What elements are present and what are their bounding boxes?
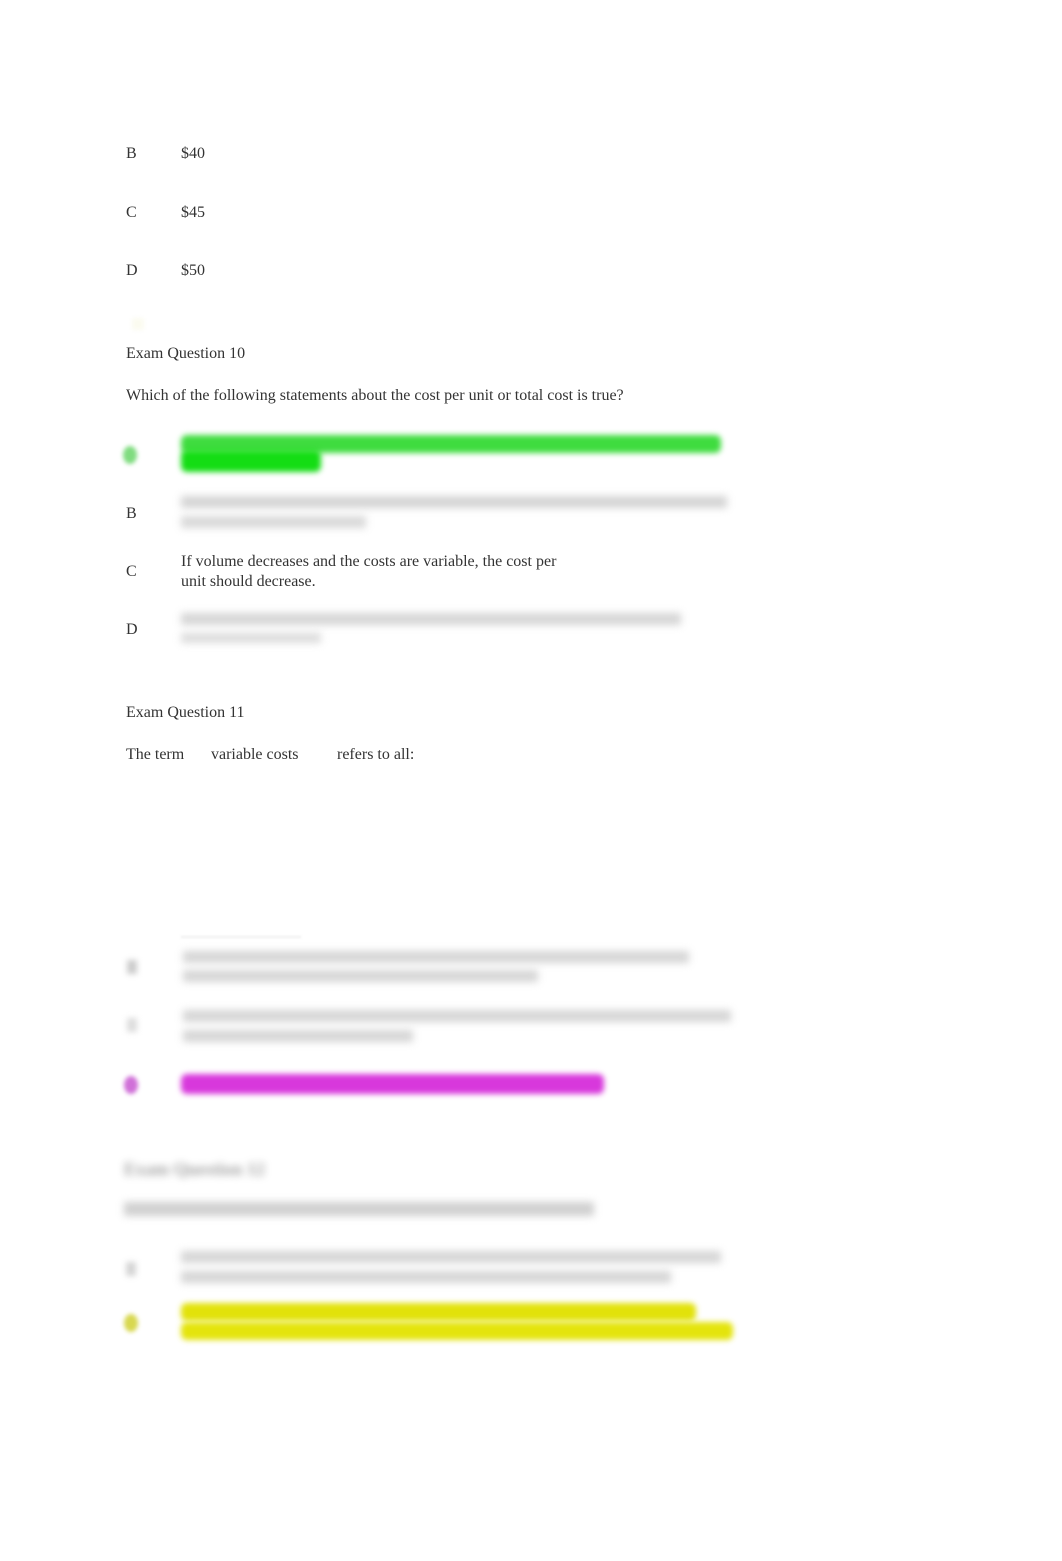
question-prompt-part1: The term: [126, 746, 185, 763]
option-d-marker-icon: [124, 1076, 138, 1094]
option-text-c: $45: [181, 204, 205, 221]
option-b-marker-icon: [124, 1314, 138, 1332]
option-a-marker-icon: [123, 446, 137, 464]
faint-marker: [132, 318, 144, 330]
option-d-blurred-line2: [181, 633, 321, 643]
option-letter-d: D: [126, 262, 138, 279]
question-prompt-part2: refers to all:: [337, 746, 415, 763]
option-c-blurred-line2: [183, 1030, 413, 1042]
option-b-blurred-line1: [181, 496, 727, 508]
option-letter-b: B: [126, 145, 137, 162]
option-letter-d: D: [126, 621, 138, 638]
option-text-c-line1: If volume decreases and the costs are va…: [181, 553, 557, 570]
option-a-blurred-line1: [181, 1251, 721, 1263]
option-b-blurred-line2: [183, 970, 538, 982]
option-a-highlight-line2: [181, 450, 321, 472]
option-c-letter-blurred: [127, 1018, 137, 1032]
option-d-highlight: [181, 1074, 604, 1094]
option-a-blurred-line2: [181, 1271, 671, 1283]
option-b-highlight: [181, 1303, 696, 1321]
question-prompt: Which of the following statements about …: [126, 387, 624, 404]
question-heading: Exam Question 11: [126, 704, 245, 721]
option-b-blurred-line2: [181, 516, 366, 528]
option-text-b: $40: [181, 145, 205, 162]
option-d-blurred-line1: [181, 613, 681, 625]
option-letter-b: B: [126, 505, 137, 522]
faint-divider: [181, 936, 301, 938]
question-heading: Exam Question 10: [126, 345, 246, 362]
option-letter-c: C: [126, 563, 137, 580]
option-b-highlight-line2: [181, 1322, 733, 1340]
option-c-blurred-line1: [183, 1010, 731, 1022]
option-text-c-line2: unit should decrease.: [181, 573, 316, 590]
option-a-letter-blurred: [126, 1262, 136, 1276]
question-prompt-term: variable costs: [211, 746, 299, 763]
option-b-letter-blurred: [127, 960, 137, 974]
option-text-d: $50: [181, 262, 205, 279]
option-letter-c: C: [126, 204, 137, 221]
question-heading: Exam Question 12: [124, 1159, 266, 1179]
option-b-blurred-line1: [183, 951, 689, 963]
question-prompt-blurred: [124, 1202, 594, 1216]
